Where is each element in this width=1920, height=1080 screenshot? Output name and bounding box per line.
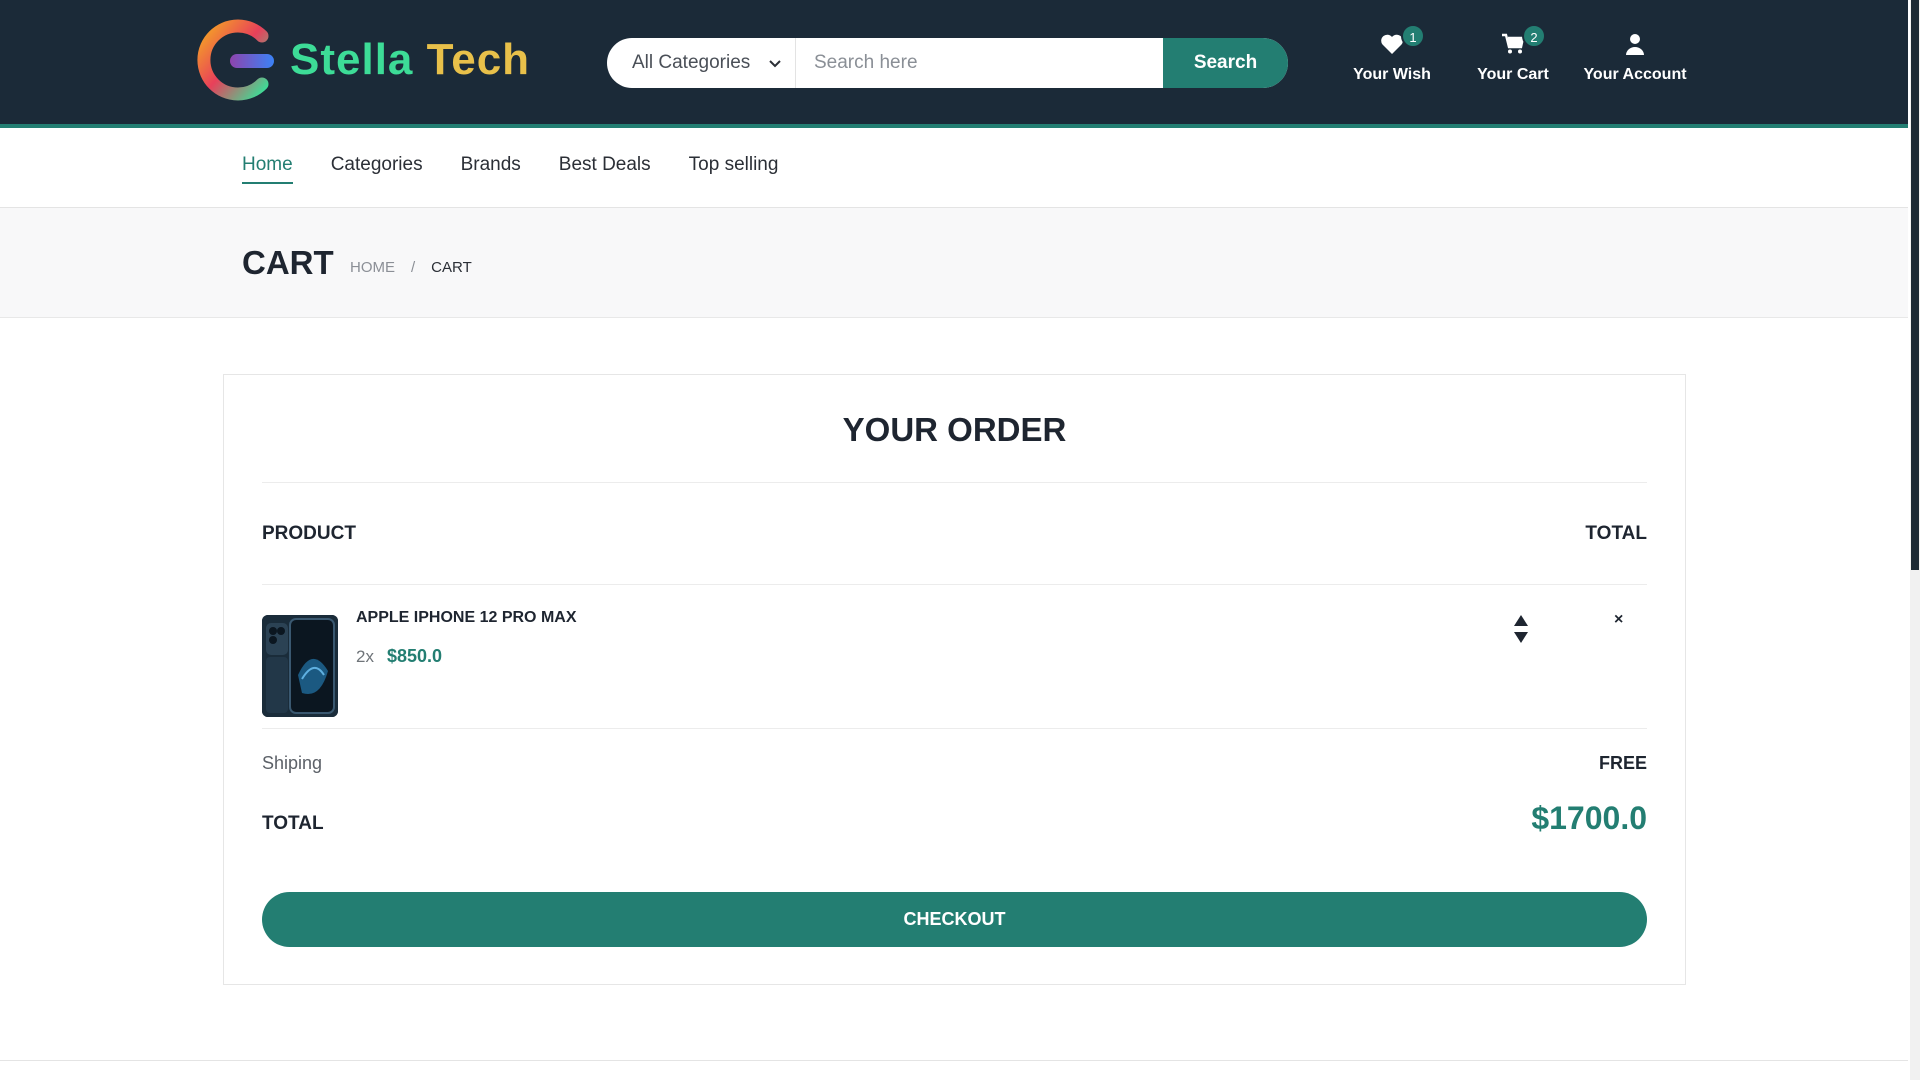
increase-icon	[1514, 615, 1528, 626]
nav-item-top-selling[interactable]: Top selling	[689, 154, 779, 184]
page-title: CART	[242, 244, 334, 281]
nav-item-brands[interactable]: Brands	[461, 154, 521, 184]
total-column-header: TOTAL	[1585, 523, 1647, 544]
brand-name: Stella Tech	[290, 35, 530, 85]
breadcrumb-home-link[interactable]: HOME	[350, 259, 395, 276]
product-quantity: 2x	[356, 647, 374, 666]
wishlist-link[interactable]: 1 Your Wish	[1347, 24, 1437, 84]
breadcrumb-section: CART HOME / CART	[0, 208, 1908, 318]
page-scrollbar[interactable]	[1910, 0, 1920, 1080]
category-select[interactable]: All Categories	[607, 38, 796, 88]
account-label: Your Account	[1583, 66, 1687, 83]
breadcrumb-current: CART	[431, 259, 472, 276]
nav-item-home[interactable]: Home	[242, 154, 293, 184]
product-price: $850.0	[387, 646, 443, 666]
chevron-down-icon	[769, 52, 781, 74]
remove-item-button[interactable]: ×	[1614, 611, 1623, 629]
logo-mark-icon	[196, 18, 280, 102]
account-link[interactable]: Your Account	[1580, 30, 1690, 84]
cart-label: Your Cart	[1477, 66, 1549, 83]
divider	[262, 482, 1647, 483]
product-name[interactable]: APPLE IPHONE 12 PRO MAX	[356, 609, 577, 627]
shipping-value: FREE	[1598, 753, 1647, 773]
user-icon	[1625, 33, 1645, 60]
category-select-value: All Categories	[632, 52, 751, 73]
cart-count-badge: 2	[1522, 24, 1546, 48]
brand-name-part2: Tech	[426, 35, 531, 84]
order-title: YOUR ORDER	[842, 411, 1067, 448]
site-header: Stella Tech All Categories Search 1 Your…	[0, 0, 1908, 128]
quantity-stepper[interactable]	[1511, 613, 1531, 645]
main-nav: Home Categories Brands Best Deals Top se…	[0, 128, 1908, 208]
divider	[262, 584, 1647, 585]
footer-divider	[0, 1060, 1908, 1061]
order-total-value: $1700.0	[1531, 800, 1647, 836]
scrollbar-thumb[interactable]	[1911, 0, 1919, 570]
decrease-icon	[1514, 632, 1528, 643]
shipping-label: Shiping	[262, 753, 323, 773]
order-total-label: TOTAL	[262, 813, 324, 834]
wishlist-count-badge: 1	[1401, 24, 1425, 48]
search-button[interactable]: Search	[1163, 38, 1288, 88]
search-input[interactable]	[796, 38, 1163, 88]
order-summary-card: YOUR ORDER PRODUCT TOTAL APPLE IPHONE 12…	[223, 374, 1686, 985]
checkout-button[interactable]: CHECKOUT	[262, 892, 1647, 947]
breadcrumb-separator: /	[411, 259, 416, 276]
breadcrumb: HOME / CART	[350, 259, 472, 276]
nav-item-categories[interactable]: Categories	[331, 154, 423, 184]
brand-name-part1: Stella	[290, 35, 414, 84]
search-bar: All Categories Search	[607, 38, 1288, 88]
product-column-header: PRODUCT	[262, 523, 356, 544]
divider	[262, 728, 1647, 729]
product-image[interactable]	[262, 615, 338, 717]
wishlist-label: Your Wish	[1353, 66, 1431, 83]
nav-item-best-deals[interactable]: Best Deals	[559, 154, 651, 184]
cart-link[interactable]: 2 Your Cart	[1468, 24, 1558, 84]
page: Stella Tech All Categories Search 1 Your…	[0, 0, 1908, 1080]
brand-logo[interactable]: Stella Tech	[196, 18, 530, 102]
